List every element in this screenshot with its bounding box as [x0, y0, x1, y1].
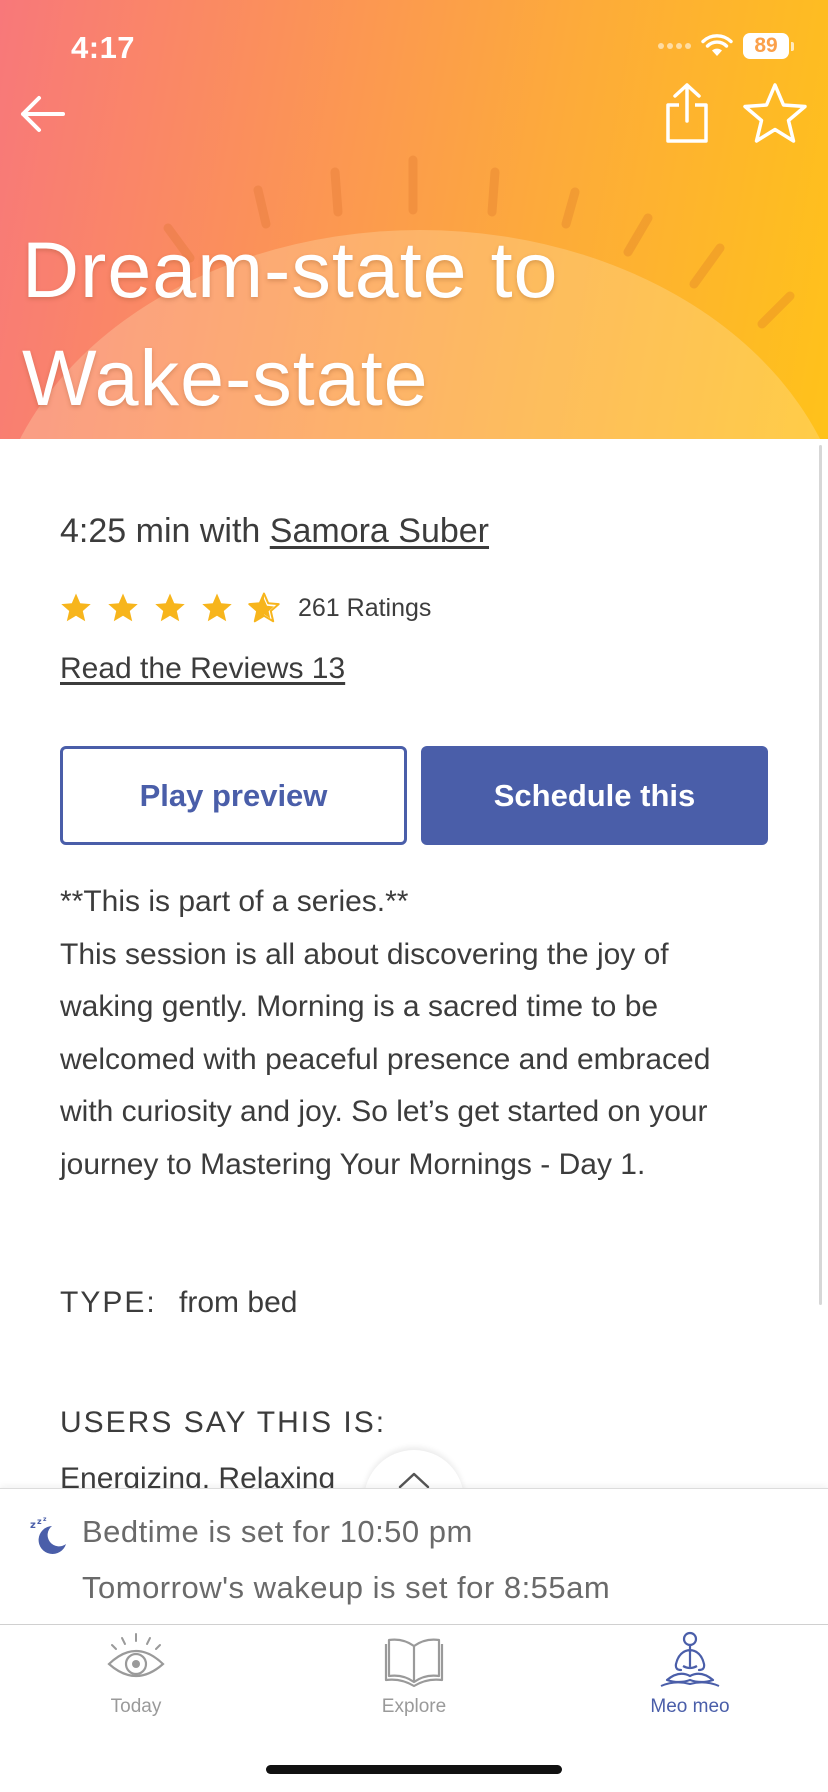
tab-explore-label: Explore	[381, 1696, 447, 1717]
description-body: This session is all about discovering th…	[60, 937, 711, 1181]
rating-stars	[60, 592, 280, 624]
session-duration-line: 4:25 min with Samora Suber	[60, 512, 489, 551]
eye-icon	[107, 1633, 165, 1677]
ratings-count: 261 Ratings	[298, 593, 432, 622]
arrow-left-icon	[21, 96, 65, 132]
session-type: TYPE: from bed	[60, 1286, 297, 1320]
tab-meo-meo-label: Meo meo	[650, 1696, 730, 1717]
type-label: TYPE:	[60, 1286, 157, 1319]
hero-header: 4:17 89 Dream-state to Wake-state	[0, 0, 828, 439]
users-say-heading: USERS SAY THIS IS:	[60, 1406, 387, 1439]
read-reviews-link[interactable]: Read the Reviews 13	[60, 652, 345, 686]
play-preview-button[interactable]: Play preview	[60, 746, 407, 845]
rating-row: 261 Ratings	[60, 592, 431, 624]
star-half-icon	[248, 592, 280, 623]
duration-text: 4:25 min with	[60, 512, 261, 550]
battery-nub	[791, 41, 794, 51]
svg-text:z: z	[30, 1520, 36, 1531]
svg-text:z: z	[43, 1516, 47, 1523]
wifi-icon	[701, 34, 733, 56]
status-indicators: 89	[658, 33, 794, 59]
star-filled-icon	[155, 593, 185, 622]
chevron-up-icon	[398, 1472, 430, 1489]
session-detail-screen: 4:17 89 Dream-state to Wake-state 4:25 m…	[0, 0, 828, 1792]
meditation-icon	[660, 1631, 720, 1687]
wakeup-text: Tomorrow's wakeup is set for 8:55am	[82, 1570, 611, 1605]
battery-indicator: 89	[743, 33, 789, 59]
series-note: **This is part of a series.**	[60, 885, 409, 918]
tab-explore[interactable]: Explore	[314, 1630, 514, 1718]
svg-text:z: z	[37, 1517, 42, 1526]
favorite-button[interactable]	[740, 80, 810, 146]
tab-today-label: Today	[110, 1696, 162, 1717]
session-title-line2: Wake-state	[22, 333, 429, 422]
share-button[interactable]	[660, 80, 714, 146]
share-icon	[666, 83, 708, 143]
status-time: 4:17	[71, 30, 136, 65]
bedtime-text: Bedtime is set for 10:50 pm	[82, 1514, 473, 1549]
cellular-signal-icon	[658, 43, 691, 49]
star-filled-icon	[61, 593, 91, 622]
session-title-line1: Dream-state to	[22, 225, 559, 314]
star-filled-icon	[202, 593, 232, 622]
moon-sleep-icon: z z z	[30, 1516, 66, 1554]
session-description: **This is part of a series.** This sessi…	[60, 876, 760, 1191]
schedule-button[interactable]: Schedule this	[421, 746, 768, 845]
session-title: Dream-state to Wake-state	[22, 216, 782, 432]
back-button[interactable]	[14, 86, 70, 142]
book-icon	[384, 1638, 444, 1688]
star-outline-icon	[743, 83, 807, 143]
star-filled-icon	[108, 593, 138, 622]
teacher-link[interactable]: Samora Suber	[270, 512, 489, 550]
tab-meo-meo[interactable]: Meo meo	[590, 1630, 790, 1718]
tab-today[interactable]: Today	[36, 1630, 236, 1718]
type-value: from bed	[179, 1286, 298, 1319]
home-indicator[interactable]	[266, 1765, 562, 1774]
scrollbar[interactable]	[819, 445, 822, 1305]
